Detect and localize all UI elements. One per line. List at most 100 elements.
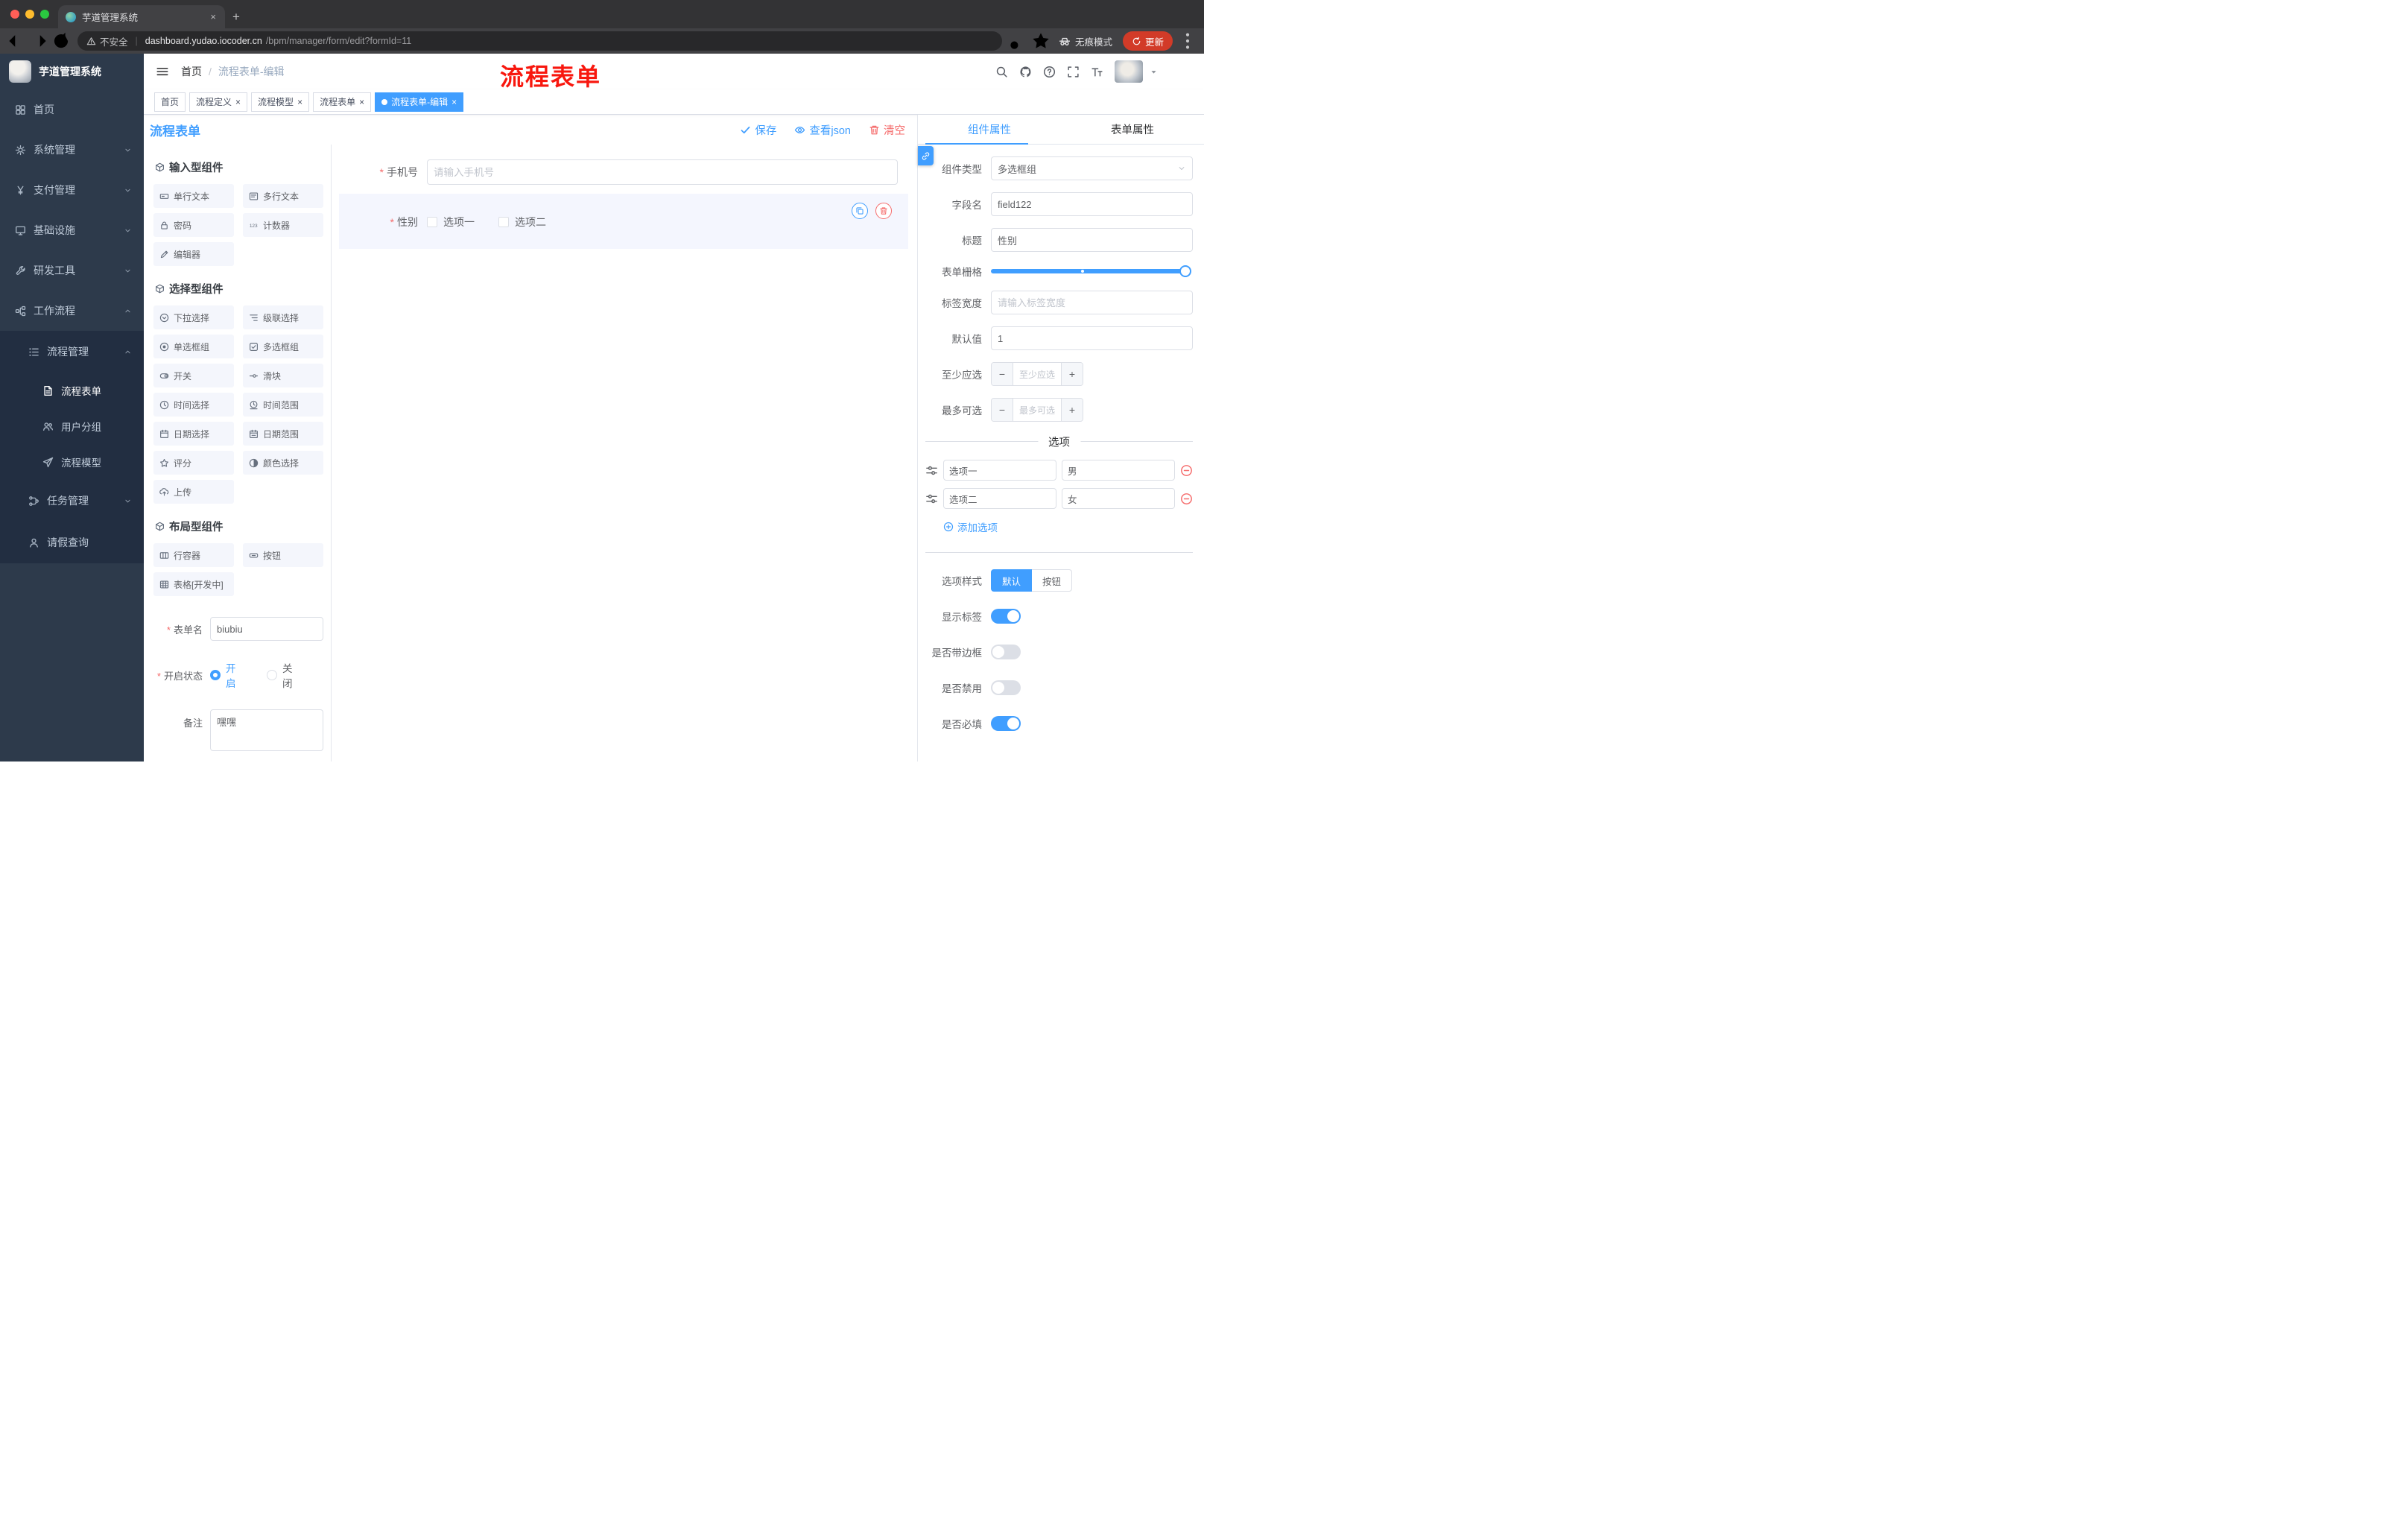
close-tab-icon[interactable]: ×	[359, 98, 364, 107]
page-tab-home[interactable]: 首页	[154, 92, 186, 112]
max-select-value[interactable]: 最多可选	[1013, 399, 1061, 421]
page-tab-process-definition[interactable]: 流程定义 ×	[189, 92, 248, 112]
font-size-icon[interactable]	[1091, 66, 1103, 78]
back-button[interactable]	[6, 31, 27, 51]
option-value-input[interactable]	[1062, 460, 1175, 481]
palette-item-switch[interactable]: 开关	[153, 364, 234, 387]
window-zoom-button[interactable]	[40, 10, 49, 19]
browser-menu-button[interactable]	[1177, 31, 1198, 51]
palette-item-time[interactable]: 时间选择	[153, 393, 234, 417]
default-value-input[interactable]	[991, 326, 1193, 350]
sidebar-item-user-group[interactable]: 用户分组	[0, 408, 144, 444]
option-value-input[interactable]	[1062, 488, 1175, 509]
delete-component-button[interactable]	[875, 203, 892, 219]
window-close-button[interactable]	[10, 10, 19, 19]
field-name-input[interactable]	[991, 192, 1193, 216]
palette-item-select[interactable]: 下拉选择	[153, 305, 234, 329]
palette-item-password[interactable]: 密码	[153, 213, 234, 237]
window-minimize-button[interactable]	[25, 10, 34, 19]
sidebar-collapse-button[interactable]	[156, 65, 169, 78]
close-tab-icon[interactable]: ×	[297, 98, 302, 107]
avatar[interactable]	[1115, 60, 1143, 83]
page-tab-process-form[interactable]: 流程表单 ×	[313, 92, 372, 112]
search-icon[interactable]	[995, 66, 1008, 78]
sidebar-item-system[interactable]: 系统管理	[0, 130, 144, 170]
clear-button[interactable]: 清空	[869, 122, 905, 138]
close-tab-icon[interactable]: ×	[235, 98, 241, 107]
palette-item-cascader[interactable]: 级联选择	[243, 305, 323, 329]
close-tab-icon[interactable]: ×	[209, 11, 218, 22]
status-off-radio[interactable]: 关闭	[267, 660, 301, 690]
copy-component-button[interactable]	[852, 203, 868, 219]
close-tab-icon[interactable]: ×	[452, 98, 457, 107]
gender-option-1-checkbox[interactable]: 选项一	[427, 215, 475, 229]
tab-component-props[interactable]: 组件属性	[918, 115, 1061, 145]
palette-item-rate[interactable]: 评分	[153, 451, 234, 475]
palette-item-checkbox-group[interactable]: 多选框组	[243, 335, 323, 358]
style-button-button[interactable]: 按钮	[1032, 569, 1073, 592]
option-name-input[interactable]	[943, 460, 1056, 481]
palette-item-button[interactable]: 按钮	[243, 543, 323, 567]
status-on-radio[interactable]: 开启	[210, 660, 244, 690]
sidebar-item-payment[interactable]: 支付管理	[0, 170, 144, 210]
sidebar-item-infra[interactable]: 基础设施	[0, 210, 144, 250]
increase-button[interactable]: +	[1061, 399, 1083, 421]
bookmark-star-icon[interactable]	[1030, 31, 1051, 51]
sidebar-item-home[interactable]: 首页	[0, 89, 144, 130]
palette-item-editor[interactable]: 编辑器	[153, 242, 234, 266]
palette-item-date[interactable]: 日期选择	[153, 422, 234, 446]
option-name-input[interactable]	[943, 488, 1056, 509]
sidebar-item-devtools[interactable]: 研发工具	[0, 250, 144, 291]
toggle-disabled[interactable]	[991, 680, 1021, 695]
decrease-button[interactable]: −	[992, 399, 1013, 421]
sidebar-item-task-management[interactable]: 任务管理	[0, 480, 144, 522]
toggle-show-label[interactable]	[991, 609, 1021, 624]
toggle-border[interactable]	[991, 645, 1021, 659]
palette-item-upload[interactable]: 上传	[153, 480, 234, 504]
toggle-required[interactable]	[991, 716, 1021, 731]
forward-button[interactable]	[28, 31, 49, 51]
palette-item-row[interactable]: 行容器	[153, 543, 234, 567]
slider-handle[interactable]	[1179, 265, 1191, 277]
palette-item-date-range[interactable]: 日期范围	[243, 422, 323, 446]
view-json-button[interactable]: 查看json	[794, 122, 851, 138]
page-tab-process-model[interactable]: 流程模型 ×	[251, 92, 310, 112]
sidebar-logo[interactable]: 芋道管理系统	[0, 54, 144, 89]
palette-item-slider[interactable]: 滑块	[243, 364, 323, 387]
palette-item-radio-group[interactable]: 单选框组	[153, 335, 234, 358]
palette-item-textarea[interactable]: 多行文本	[243, 184, 323, 208]
tab-form-props[interactable]: 表单属性	[1061, 115, 1204, 144]
canvas-field-gender[interactable]: 性别 选项一 选项二	[339, 194, 908, 249]
password-key-icon[interactable]	[1008, 31, 1029, 51]
increase-button[interactable]: +	[1061, 363, 1083, 385]
sidebar-item-process-form[interactable]: 流程表单	[0, 373, 144, 408]
sidebar-item-leave-query[interactable]: 请假查询	[0, 522, 144, 563]
decrease-button[interactable]: −	[992, 363, 1013, 385]
browser-tab[interactable]: 芋道管理系统 ×	[58, 5, 225, 28]
title-input[interactable]	[991, 228, 1193, 252]
save-button[interactable]: 保存	[740, 122, 776, 138]
reload-button[interactable]	[51, 31, 72, 51]
sidebar-item-process-management[interactable]: 流程管理	[0, 331, 144, 373]
github-icon[interactable]	[1019, 66, 1032, 78]
sidebar-item-process-model[interactable]: 流程模型	[0, 444, 144, 480]
address-bar[interactable]: 不安全 | dashboard.yudao.iocoder.cn/bpm/man…	[77, 31, 1002, 51]
form-remark-input[interactable]: 嘿嘿	[210, 709, 323, 751]
help-icon[interactable]	[1043, 66, 1056, 78]
palette-item-time-range[interactable]: 时间范围	[243, 393, 323, 417]
gender-option-2-checkbox[interactable]: 选项二	[498, 215, 546, 229]
palette-item-counter[interactable]: 123 计数器	[243, 213, 323, 237]
canvas-field-mobile[interactable]: 手机号	[339, 152, 908, 192]
breadcrumb-home[interactable]: 首页	[181, 64, 202, 79]
page-tab-process-form-edit[interactable]: 流程表单-编辑 ×	[375, 92, 464, 112]
sidebar-item-workflow[interactable]: 工作流程	[0, 291, 144, 331]
style-default-button[interactable]: 默认	[991, 569, 1033, 592]
palette-item-table[interactable]: 表格[开发中]	[153, 572, 234, 596]
form-name-input[interactable]	[210, 617, 323, 641]
new-tab-button[interactable]: +	[225, 5, 247, 28]
min-select-value[interactable]: 至少应选	[1013, 363, 1061, 385]
drawer-handle[interactable]	[918, 146, 934, 165]
palette-item-text[interactable]: 单行文本	[153, 184, 234, 208]
palette-item-color[interactable]: 颜色选择	[243, 451, 323, 475]
label-width-input[interactable]	[991, 291, 1193, 314]
